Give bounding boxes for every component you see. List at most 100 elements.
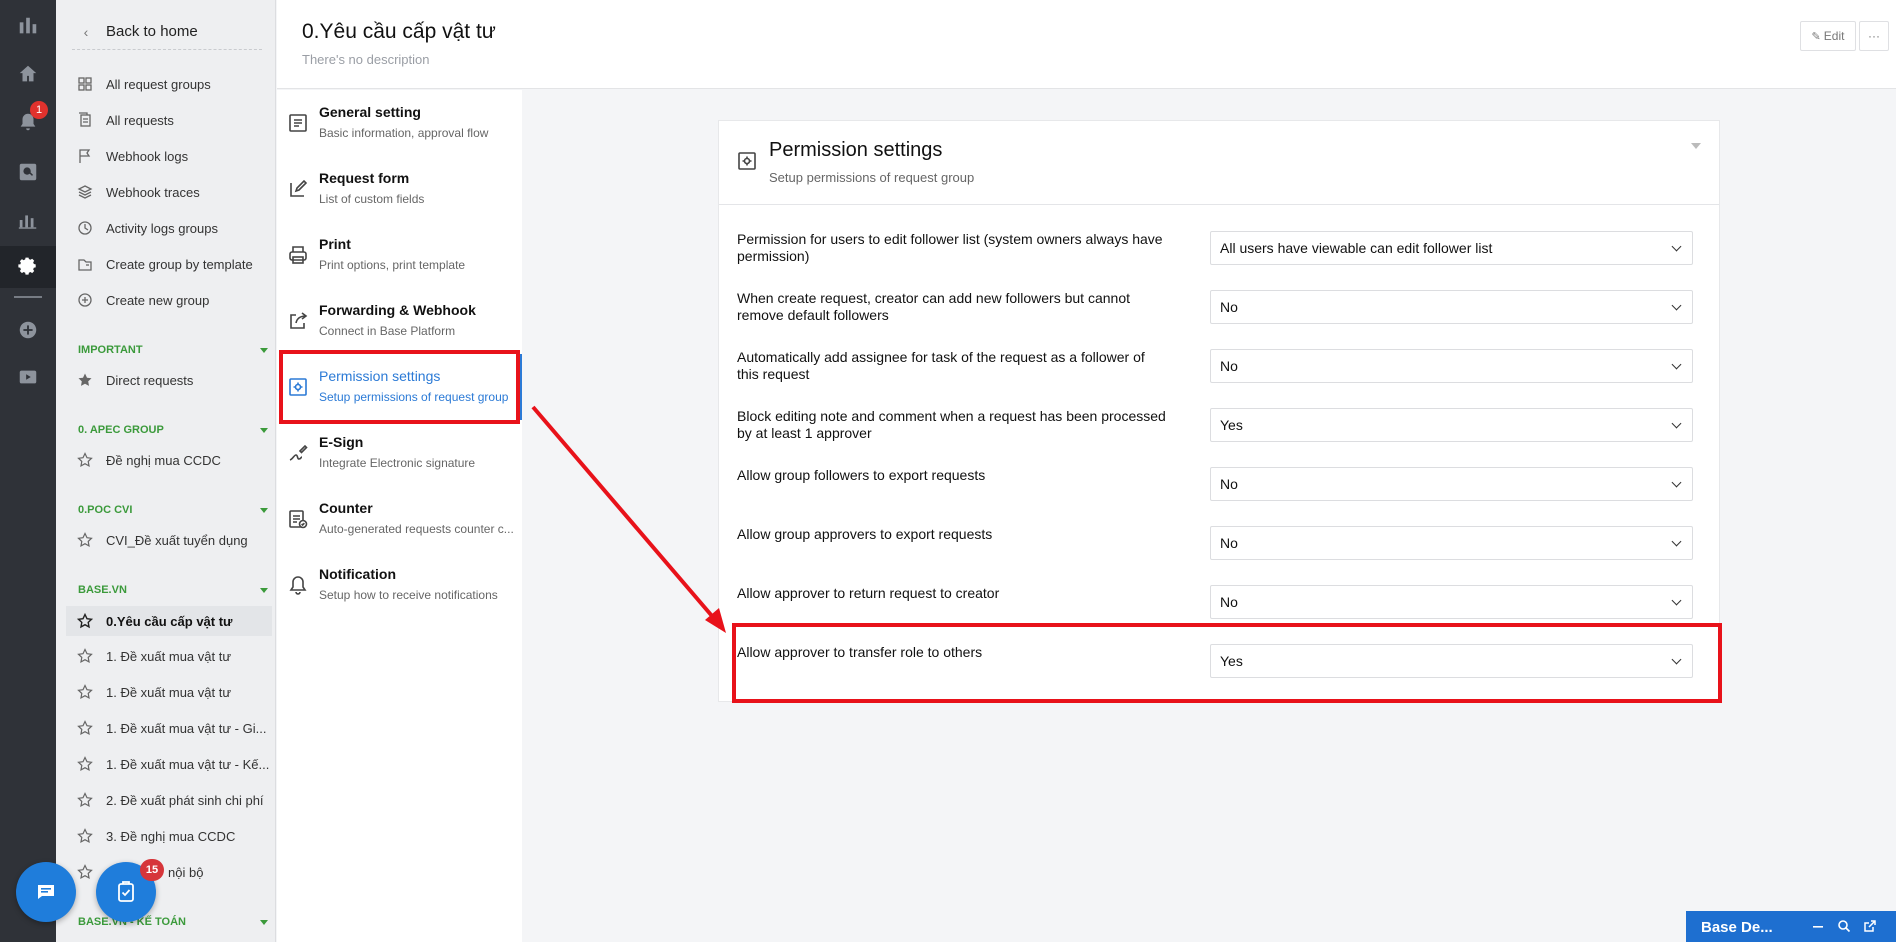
nav-direct-requests[interactable]: Direct requests xyxy=(74,366,274,394)
group-heading-base-vn-ke-toan[interactable]: BASE.VN - KẾ TOÁN xyxy=(78,914,268,930)
nav-label: Create new group xyxy=(106,292,210,308)
documents-icon xyxy=(74,109,96,131)
menu-general-setting[interactable]: General setting Basic information, appro… xyxy=(277,90,522,156)
logo-icon[interactable] xyxy=(14,12,42,40)
group-heading-base-vn[interactable]: BASE.VN xyxy=(78,582,268,598)
nav-create-new-group[interactable]: Create new group xyxy=(74,286,274,314)
back-to-home-link[interactable]: ‹ Back to home xyxy=(72,14,262,50)
page-title: 0.Yêu cầu cấp vật tư xyxy=(302,20,496,43)
nav-label: 1. Đề xuất mua vật tư - Gi... xyxy=(106,720,267,736)
permission-select[interactable]: No xyxy=(1210,349,1693,383)
menu-counter[interactable]: Counter Auto-generated requests counter … xyxy=(277,486,522,552)
flag-icon xyxy=(74,145,96,167)
nav-de-nghi-mua-ccdc[interactable]: Đề nghị mua CCDC xyxy=(74,446,274,474)
external-icon[interactable] xyxy=(1862,918,1878,934)
group-heading-poc-cvi[interactable]: 0.POC CVI xyxy=(78,502,268,518)
permission-select[interactable]: All users have viewable can edit followe… xyxy=(1210,231,1693,265)
menu-subtitle: Basic information, approval flow xyxy=(319,126,489,140)
caret-down-icon xyxy=(260,507,268,513)
nav-webhook-logs[interactable]: Webhook logs xyxy=(74,142,274,170)
menu-print[interactable]: Print Print options, print template xyxy=(277,222,522,288)
edit-button[interactable]: ✎ Edit xyxy=(1800,21,1856,51)
clock-icon xyxy=(74,217,96,239)
signature-icon xyxy=(287,442,309,464)
star-icon[interactable] xyxy=(74,789,96,811)
page-description: There's no description xyxy=(302,52,430,67)
chevron-left-icon: ‹ xyxy=(83,23,89,40)
star-icon[interactable] xyxy=(74,717,96,739)
menu-subtitle: Integrate Electronic signature xyxy=(319,456,476,470)
permission-row: When create request, creator can add new… xyxy=(737,282,1701,341)
chat-bubble-icon xyxy=(34,880,58,904)
nav-label: All requests xyxy=(106,112,174,128)
chat-fab[interactable] xyxy=(16,862,76,922)
annotation-box-row xyxy=(732,623,1722,703)
nav-label: 1. Đề xuất mua vật tư - Kế... xyxy=(106,756,270,772)
menu-notification[interactable]: Notification Setup how to receive notifi… xyxy=(277,552,522,618)
search-icon[interactable] xyxy=(14,158,42,186)
menu-title: Notification xyxy=(319,566,396,582)
video-icon[interactable] xyxy=(14,363,42,391)
chat-dock[interactable]: Base De... xyxy=(1686,911,1896,942)
gear-icon[interactable] xyxy=(14,253,42,281)
chevron-down-icon xyxy=(1671,536,1682,547)
nav-cvi-de-xuat-tuyen-dung[interactable]: CVI_Đề xuất tuyển dụng xyxy=(74,526,274,554)
permission-select[interactable]: Yes xyxy=(1210,408,1693,442)
permission-select[interactable]: No xyxy=(1210,290,1693,324)
plus-circle-icon[interactable] xyxy=(14,316,42,344)
permission-question: When create request, creator can add new… xyxy=(737,290,1130,323)
star-filled-icon xyxy=(74,369,96,391)
nav-all-request-groups[interactable]: All request groups xyxy=(74,70,274,98)
menu-forwarding-webhook[interactable]: Forwarding & Webhook Connect in Base Pla… xyxy=(277,288,522,354)
menu-title: Counter xyxy=(319,500,373,516)
permission-row: Allow group followers to export requests… xyxy=(737,459,1701,518)
clipboard-check-icon xyxy=(114,880,138,904)
more-button[interactable]: ··· xyxy=(1859,21,1889,51)
star-icon[interactable] xyxy=(74,753,96,775)
home-icon[interactable] xyxy=(14,60,42,88)
star-icon[interactable] xyxy=(74,861,96,883)
menu-subtitle: Connect in Base Platform xyxy=(319,324,456,338)
nav-label: 1. Đề xuất mua vật tư xyxy=(106,648,232,664)
permission-select[interactable]: No xyxy=(1210,585,1693,619)
nav-all-requests[interactable]: All requests xyxy=(74,106,274,134)
menu-title: E-Sign xyxy=(319,434,364,450)
group-heading-important[interactable]: IMPORTANT xyxy=(78,342,268,358)
group-heading-apec[interactable]: 0. APEC GROUP xyxy=(78,422,268,438)
nav-create-group-by-template[interactable]: Create group by template xyxy=(74,250,274,278)
permission-question: Allow group approvers to export requests xyxy=(737,526,993,542)
star-icon[interactable] xyxy=(74,529,96,551)
star-icon[interactable] xyxy=(74,681,96,703)
chart-icon[interactable] xyxy=(14,206,42,234)
chevron-down-icon xyxy=(1671,300,1682,311)
nav-de-nghi-mua-ccdc-3[interactable]: 3. Đề nghị mua CCDC xyxy=(74,822,274,850)
counter-icon xyxy=(287,508,309,530)
star-icon[interactable] xyxy=(74,645,96,667)
nav-de-xuat-phat-sinh-chi-phi[interactable]: 2. Đề xuất phát sinh chi phí xyxy=(74,786,274,814)
nav-de-xuat-mua-vat-tu-ke[interactable]: 1. Đề xuất mua vật tư - Kế... xyxy=(74,750,274,778)
permission-select[interactable]: No xyxy=(1210,526,1693,560)
nav-webhook-traces[interactable]: Webhook traces xyxy=(74,178,274,206)
star-icon[interactable] xyxy=(74,825,96,847)
nav-activity-logs-groups[interactable]: Activity logs groups xyxy=(74,214,274,242)
caret-down-icon xyxy=(260,919,268,925)
permission-select[interactable]: No xyxy=(1210,467,1693,501)
nav-de-xuat-mua-vat-tu-gi[interactable]: 1. Đề xuất mua vật tư - Gi... xyxy=(74,714,274,742)
nav-label: Webhook logs xyxy=(106,148,189,164)
nav-yeu-cau-cap-vat-tu[interactable]: 0.Yêu cầu cấp vật tư xyxy=(66,606,272,636)
search-icon[interactable] xyxy=(1836,918,1852,934)
nav-de-xuat-mua-vat-tu-2[interactable]: 1. Đề xuất mua vật tư xyxy=(74,678,274,706)
minimize-icon[interactable] xyxy=(1810,918,1826,934)
menu-request-form[interactable]: Request form List of custom fields xyxy=(277,156,522,222)
select-value: No xyxy=(1220,476,1238,492)
request-sidebar: ‹ Back to home All request groups All re… xyxy=(56,0,276,942)
menu-e-sign[interactable]: E-Sign Integrate Electronic signature xyxy=(277,420,522,486)
star-icon[interactable] xyxy=(74,449,96,471)
collapse-caret-icon[interactable] xyxy=(1691,143,1701,149)
star-icon[interactable] xyxy=(74,610,96,632)
permission-settings-card: Permission settings Setup permissions of… xyxy=(718,120,1720,702)
nav-label: 3. Đề nghị mua CCDC xyxy=(106,828,236,844)
nav-de-xuat-mua-vat-tu-1[interactable]: 1. Đề xuất mua vật tư xyxy=(74,642,274,670)
group-heading-label: 0.POC CVI xyxy=(78,504,133,516)
chevron-down-icon xyxy=(1671,595,1682,606)
